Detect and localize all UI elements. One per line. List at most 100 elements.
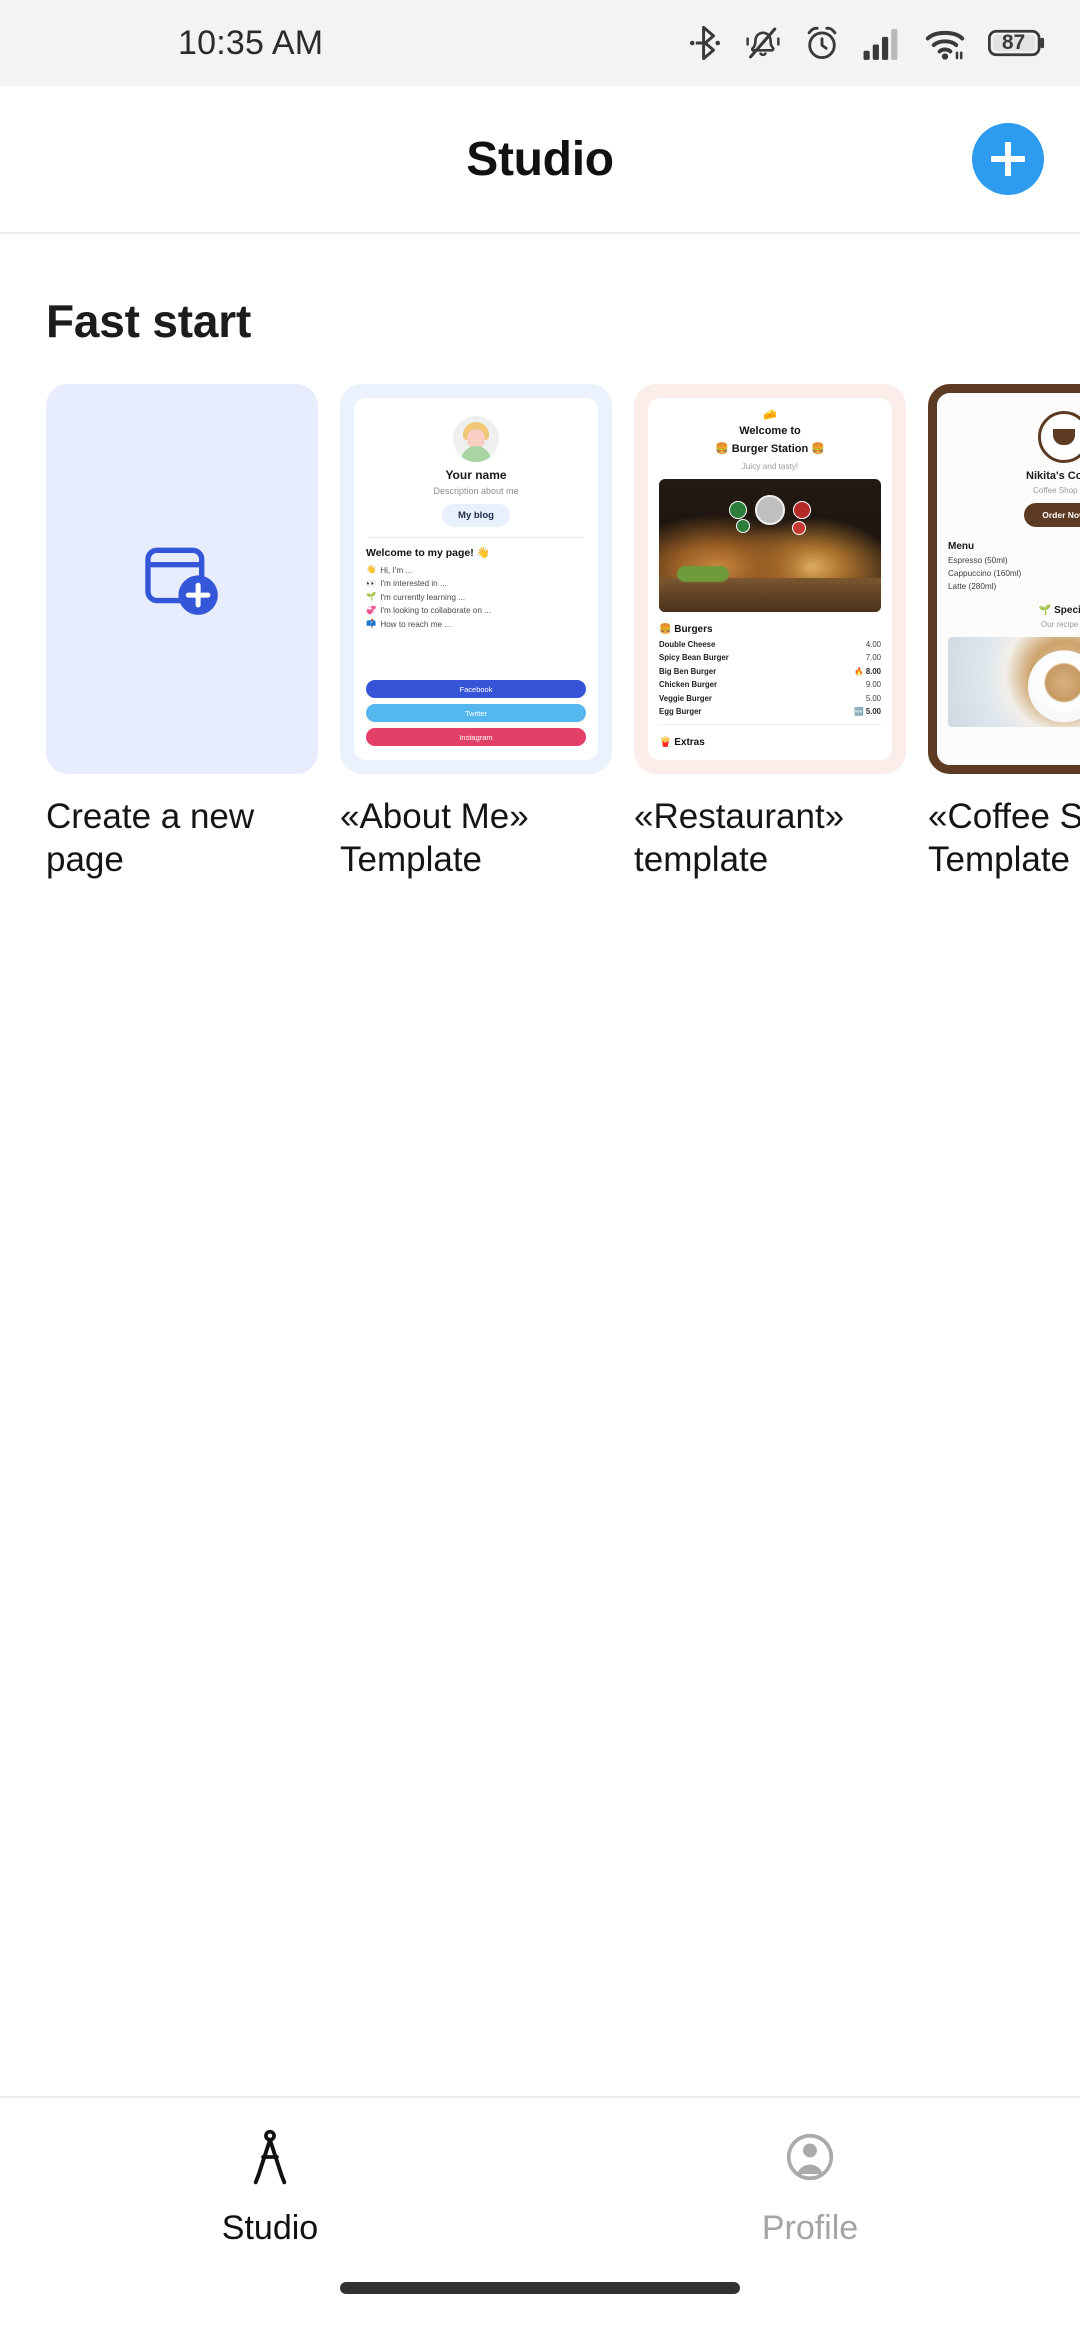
list-item: 👀 I'm interested in ... [366, 579, 586, 589]
menu-item-price: 9.00 [865, 680, 881, 690]
compass-divider-icon [244, 2128, 296, 2191]
menu-title: Menu [948, 541, 975, 552]
menu-item-name: Egg Burger [659, 707, 702, 717]
nav-tab-profile[interactable]: Profile [540, 2098, 1080, 2282]
menu-item-price: 🔥 8.00 [854, 667, 881, 676]
list-item-text: How to reach me ... [380, 619, 452, 629]
divider [368, 537, 584, 538]
menu-item-price: 5.00 [865, 693, 881, 703]
social-button-group: Facebook Twitter Instagram [366, 672, 586, 746]
wifi-icon [924, 24, 966, 62]
person-circle-icon [784, 2128, 836, 2191]
main-content: Fast start Create a new page Your name D… [0, 234, 1080, 2096]
page-title: Studio [466, 132, 614, 186]
card-thumbnail-coffee-shop[interactable]: Nikita's Coffee Coffee Shop in ... Order… [928, 384, 1080, 774]
order-now-button[interactable]: Order Now [1024, 503, 1080, 527]
template-card-rail[interactable]: Create a new page Your name Description … [0, 348, 1080, 881]
special-title: 🌱 Special [1038, 605, 1080, 616]
battery-icon: 87 [988, 26, 1046, 60]
facebook-button[interactable]: Facebook [366, 680, 586, 698]
preview-bullet-list: 👋 Hi, I'm ... 👀 I'm interested in ... 🌱 … [366, 565, 586, 633]
card-create-new-page[interactable]: Create a new page [46, 384, 318, 881]
divider [659, 724, 881, 725]
menu-item-price-value: 8.00 [865, 666, 881, 676]
menu-item: Latte (280ml) [948, 582, 997, 591]
phone-screen: 10:35 AM 87 Studio Fast start Create a n… [0, 0, 1080, 2340]
card-label: «About Me» Template [340, 797, 529, 879]
seal-badge-icon [792, 520, 806, 535]
new-page-icon [145, 547, 218, 615]
special-subtitle: Our recipe ... [1040, 620, 1080, 629]
home-indicator-area [0, 2282, 1080, 2340]
wave-emoji-icon: 👋 [366, 565, 377, 574]
list-item: 👋 Hi, I'm ... [366, 565, 586, 575]
menu-item-price-value: 5.00 [865, 707, 881, 717]
home-indicator[interactable] [340, 2282, 740, 2294]
menu-row: Veggie Burger 5.00 [659, 694, 881, 703]
nav-tab-label: Profile [761, 2209, 859, 2247]
menu-item-price: 7.00 [865, 653, 881, 663]
menu-item-name: Big Ben Burger [659, 666, 717, 676]
card-thumbnail-create-new[interactable] [46, 384, 318, 774]
my-blog-button[interactable]: My blog [442, 504, 510, 527]
card-restaurant-template[interactable]: 🧀 Welcome to 🍔 Burger Station 🍔 Juicy an… [634, 384, 906, 881]
menu-row: Big Ben Burger 🔥 8.00 [659, 667, 881, 676]
menu-item-name: Spicy Bean Burger [659, 653, 729, 663]
hearts-emoji-icon: 💞 [366, 605, 377, 615]
menu-section-burgers: 🍔 Burgers [659, 624, 713, 636]
alarm-icon [804, 23, 840, 63]
list-item-text: I'm looking to collaborate on ... [380, 606, 491, 615]
card-about-me-template[interactable]: Your name Description about me My blog W… [340, 384, 612, 881]
preview-title-line2: 🍔 Burger Station 🍔 [715, 442, 825, 455]
add-page-button[interactable] [972, 123, 1044, 195]
preview-title-line1: Welcome to [739, 425, 801, 437]
card-thumbnail-restaurant[interactable]: 🧀 Welcome to 🍔 Burger Station 🍔 Juicy an… [634, 384, 906, 774]
card-thumbnail-about-me[interactable]: Your name Description about me My blog W… [340, 384, 612, 774]
nav-tab-label: Studio [221, 2209, 319, 2247]
award-badge-icon [793, 500, 811, 519]
list-item: 💞 I'm looking to collaborate on ... [366, 606, 586, 616]
latte-photo [948, 637, 1080, 727]
award-badge-icon [729, 500, 747, 519]
list-item-text: I'm currently learning ... [380, 592, 466, 602]
menu-row: Spicy Bean Burger 7.00 [659, 653, 881, 662]
bottom-navigation-bar: Studio Profile [0, 2096, 1080, 2282]
card-coffee-shop-template[interactable]: Nikita's Coffee Coffee Shop in ... Order… [928, 384, 1080, 881]
cheese-emoji-icon: 🧀 [763, 409, 777, 421]
preview-name: Your name [445, 468, 507, 482]
signal-icon [862, 24, 902, 62]
leaf-badge-icon [736, 518, 750, 533]
preview-subtitle: Coffee Shop in ... [1033, 486, 1080, 495]
menu-item-name: Veggie Burger [659, 693, 712, 703]
list-item-text: Hi, I'm ... [380, 565, 413, 575]
menu-section-extras: 🍟 Extras [659, 737, 705, 748]
menu-item: Espresso (50ml) [948, 556, 1008, 565]
twitter-button[interactable]: Twitter [366, 704, 586, 722]
status-bar: 10:35 AM 87 [0, 0, 1080, 86]
list-item: 📫 How to reach me ... [366, 619, 586, 629]
menu-item-price: 4.00 [865, 639, 881, 649]
burger-photo [659, 478, 881, 613]
card-label: Create a new page [46, 797, 255, 879]
battery-percent-label: 87 [1001, 31, 1026, 54]
preview-welcome: Welcome to my page! 👋 [366, 547, 490, 559]
coffee-logo-icon [1038, 411, 1080, 463]
list-item: 🌱 I'm currently learning ... [366, 592, 586, 602]
eyes-emoji-icon: 👀 [366, 578, 377, 588]
menu-item-price: 🆕 5.00 [854, 707, 881, 716]
preview-title: Nikita's Coffee [1026, 470, 1080, 482]
preview-description: Description about me [433, 486, 519, 496]
new-emoji-icon: 🆕 [854, 707, 864, 717]
plus-icon-vertical [1005, 142, 1011, 176]
section-title-fast-start: Fast start [46, 295, 252, 347]
menu-item: Cappuccino (160ml) [948, 569, 1022, 578]
vibrate-off-icon [744, 23, 782, 63]
instagram-button[interactable]: Instagram [366, 728, 586, 746]
coin-badge-icon [755, 494, 785, 525]
seedling-emoji-icon: 🌱 [366, 592, 377, 601]
nav-tab-studio[interactable]: Studio [0, 2098, 540, 2282]
fire-emoji-icon: 🔥 [854, 666, 864, 676]
menu-row: Chicken Burger 9.00 [659, 680, 881, 689]
mailbox-emoji-icon: 📫 [366, 619, 377, 628]
menu-row: Double Cheese 4.00 [659, 640, 881, 649]
